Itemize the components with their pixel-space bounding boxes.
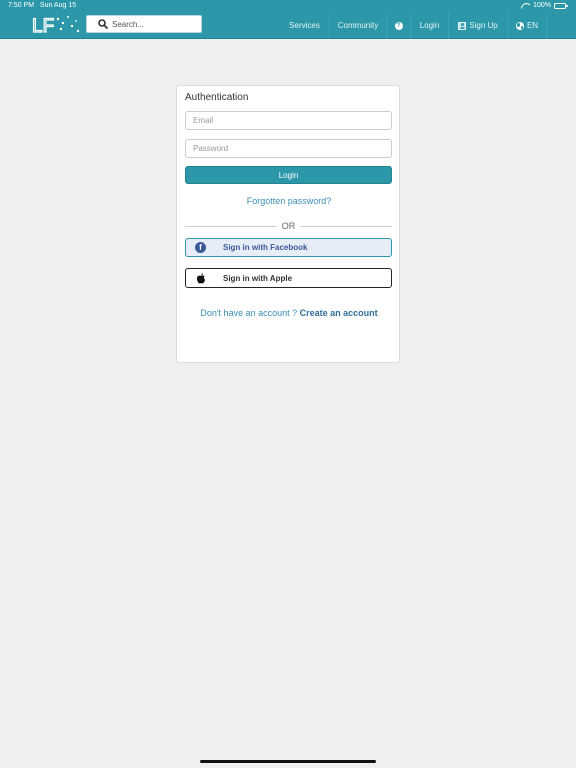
- apple-icon: [197, 273, 205, 284]
- nav-community-label: Community: [337, 21, 379, 30]
- status-time-value: 7:50 PM: [8, 2, 35, 9]
- nav-services[interactable]: Services: [280, 12, 329, 39]
- nav-login[interactable]: Login: [410, 12, 448, 39]
- apple-signin-label: Sign in with Apple: [223, 273, 293, 283]
- battery-icon: [554, 2, 568, 9]
- status-date: Sun Aug 15: [39, 2, 77, 9]
- battery-percent: 100%: [533, 2, 551, 9]
- nav-signup[interactable]: Sign Up: [448, 12, 507, 39]
- wifi-icon: [521, 2, 530, 9]
- forgot-password-link[interactable]: Forgotten password?: [177, 196, 401, 206]
- nav-language[interactable]: EN: [507, 12, 547, 39]
- email-field[interactable]: [185, 111, 392, 130]
- navbar: LF Services Community ? Login Sign Up EN: [0, 12, 576, 39]
- auth-title: Authentication: [185, 92, 249, 103]
- search-box[interactable]: [86, 15, 202, 33]
- status-time: 7:50 PM Sun Aug 15: [8, 2, 76, 9]
- nav-services-label: Services: [289, 21, 320, 30]
- auth-card: Authentication Login Forgotten password?…: [176, 85, 400, 363]
- apple-signin-button[interactable]: Sign in with Apple: [185, 268, 392, 288]
- facebook-icon: f: [195, 242, 206, 253]
- nav-help[interactable]: ?: [386, 12, 410, 39]
- site-logo[interactable]: LF: [32, 13, 84, 35]
- search-input[interactable]: [112, 17, 198, 32]
- no-account-text: Don't have an account ?: [200, 308, 298, 318]
- nav-signup-label: Sign Up: [469, 21, 498, 30]
- status-bar: 7:50 PM Sun Aug 15 100%: [0, 0, 576, 12]
- nav-community[interactable]: Community: [329, 12, 386, 39]
- user-icon: [458, 21, 467, 30]
- login-button-label: Login: [278, 170, 299, 180]
- facebook-signin-button[interactable]: f Sign in with Facebook: [185, 238, 392, 257]
- logo-text: LF: [32, 16, 54, 35]
- home-indicator[interactable]: [200, 760, 376, 763]
- or-separator: OR: [185, 221, 392, 231]
- create-account-link[interactable]: Create an account: [300, 308, 378, 318]
- login-button[interactable]: Login: [185, 166, 392, 184]
- facebook-signin-label: Sign in with Facebook: [223, 243, 308, 252]
- search-icon: [98, 19, 108, 29]
- signup-prompt: Don't have an account ? Create an accoun…: [177, 308, 401, 318]
- globe-icon: [515, 21, 524, 30]
- divider-right: [300, 226, 392, 227]
- nav-language-label: EN: [526, 21, 539, 30]
- password-field[interactable]: [185, 139, 392, 158]
- status-right: 100%: [521, 2, 568, 9]
- nav-login-label: Login: [419, 21, 440, 30]
- question-circle-icon: ?: [394, 21, 403, 30]
